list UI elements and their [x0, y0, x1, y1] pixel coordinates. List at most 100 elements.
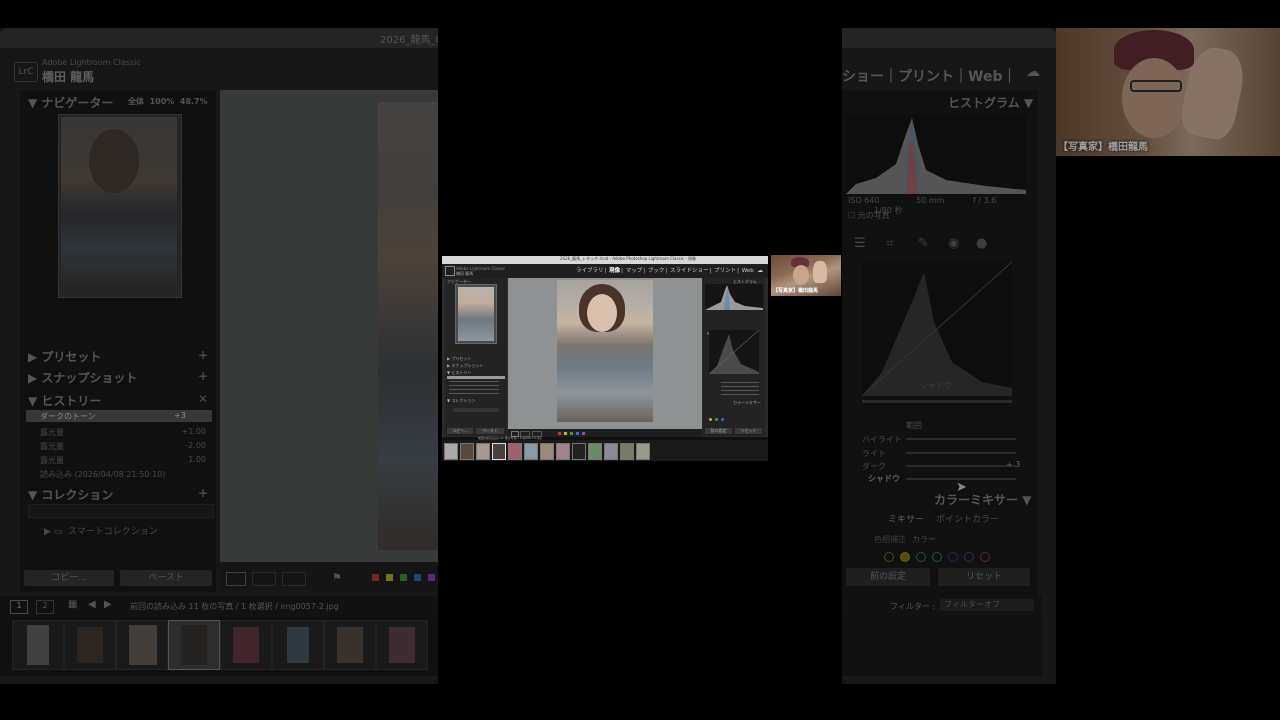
- back-arrow-icon[interactable]: ◀: [88, 599, 96, 610]
- loupe-view-icon[interactable]: [226, 572, 246, 586]
- color-label-red-icon[interactable]: [372, 574, 379, 581]
- center-swatch-yellow-icon[interactable]: [709, 418, 712, 421]
- center-highlights-slider[interactable]: [721, 382, 759, 383]
- center-history-item[interactable]: [449, 389, 499, 390]
- center-shadows-slider[interactable]: [721, 394, 759, 395]
- center-filmstrip-thumb[interactable]: [620, 443, 634, 460]
- mixer-tab[interactable]: ミキサー: [888, 512, 924, 525]
- module-book[interactable]: ブック: [648, 268, 665, 274]
- history-item[interactable]: 読み込み (2026/04/08 21:50:10): [40, 469, 210, 480]
- center-presets-header[interactable]: ▶ プリセット: [447, 356, 471, 362]
- previous-settings-button[interactable]: 前の設定: [846, 568, 930, 586]
- paste-button[interactable]: ペースト: [120, 570, 212, 586]
- darks-slider[interactable]: [906, 465, 1016, 467]
- module-map[interactable]: マップ: [626, 268, 643, 274]
- navigator-preview[interactable]: [58, 114, 182, 298]
- nav-zoom-custom[interactable]: 48.7%: [180, 97, 208, 106]
- center-filmstrip-thumb[interactable]: [572, 443, 586, 460]
- copy-button[interactable]: コピー...: [24, 570, 114, 586]
- module-develop[interactable]: 現像: [609, 268, 620, 274]
- center-cloud-icon[interactable]: ☁: [758, 268, 764, 274]
- swatch-blue-icon[interactable]: [948, 552, 958, 562]
- filmstrip-thumb-selected[interactable]: [168, 620, 220, 670]
- center-yellow-label-icon[interactable]: [564, 432, 567, 435]
- center-history-item[interactable]: [449, 381, 499, 382]
- swatch-yellow-icon[interactable]: [900, 552, 910, 562]
- curve-split-slider[interactable]: [862, 400, 1012, 403]
- color-label-blue-icon[interactable]: [414, 574, 421, 581]
- original-photo-checkbox[interactable]: ☐ 元の写真: [848, 210, 890, 221]
- crop-tool-icon[interactable]: ⌗: [886, 236, 893, 251]
- center-swatch-green-icon[interactable]: [715, 418, 718, 421]
- filmstrip-thumb[interactable]: [116, 620, 168, 670]
- history-header[interactable]: ▼ ヒストリー ✕: [28, 392, 212, 409]
- tone-curve[interactable]: シャドウ: [861, 261, 1013, 397]
- center-filmstrip-thumb[interactable]: [636, 443, 650, 460]
- swatch-purple-icon[interactable]: [964, 552, 974, 562]
- center-smart-collection[interactable]: [453, 408, 499, 412]
- center-swatch-blue-icon[interactable]: [721, 418, 724, 421]
- center-photo-canvas[interactable]: [508, 278, 702, 429]
- reset-button[interactable]: リセット: [938, 568, 1030, 586]
- center-tone-curve[interactable]: [708, 329, 760, 375]
- swatch-green-icon[interactable]: [916, 552, 926, 562]
- module-library[interactable]: ライブラリ: [576, 268, 604, 274]
- healing-tool-icon[interactable]: ✎: [918, 236, 929, 251]
- point-color-tab[interactable]: ポイントカラー: [936, 512, 999, 525]
- swatch-orange-icon[interactable]: [884, 552, 894, 562]
- center-filmstrip-thumb[interactable]: [540, 443, 554, 460]
- adjust-dropdown[interactable]: カラー: [912, 534, 936, 545]
- center-filmstrip-thumb[interactable]: [460, 443, 474, 460]
- filmstrip-thumb[interactable]: [220, 620, 272, 670]
- center-copy-button[interactable]: コピー...: [447, 428, 473, 434]
- before-after-icon[interactable]: [252, 572, 276, 586]
- center-navigator-preview[interactable]: [455, 284, 497, 344]
- grid-icon[interactable]: ▦: [68, 599, 77, 610]
- center-paste-button[interactable]: ペースト: [476, 428, 504, 434]
- center-collections-header[interactable]: ▼ コレクション: [447, 398, 475, 404]
- center-filmstrip-thumb[interactable]: [556, 443, 570, 460]
- module-slideshow[interactable]: スライドショー: [670, 268, 709, 274]
- swatch-aqua-icon[interactable]: [932, 552, 942, 562]
- filmstrip-thumb[interactable]: [272, 620, 324, 670]
- history-item-selected[interactable]: ダークのトーン +3: [26, 410, 212, 422]
- center-red-label-icon[interactable]: [558, 432, 561, 435]
- nav-zoom-100[interactable]: 100%: [150, 97, 175, 106]
- presets-header[interactable]: ▶ プリセット +: [28, 348, 212, 365]
- navigator-header[interactable]: ▼ ナビゲーター 全体 100% 48.7%: [28, 94, 212, 110]
- center-tool-strip[interactable]: ☰: [707, 320, 759, 336]
- lights-slider[interactable]: [906, 452, 1016, 454]
- center-purple-label-icon[interactable]: [582, 432, 585, 435]
- history-item[interactable]: 露光量 -2.00: [40, 441, 210, 452]
- collections-header[interactable]: ▼ コレクション +: [28, 486, 212, 503]
- filmstrip-thumb[interactable]: [64, 620, 116, 670]
- flag-icon[interactable]: ⚑: [332, 571, 342, 584]
- snapshots-header[interactable]: ▶ スナップショット +: [28, 369, 212, 386]
- history-item[interactable]: 露光量 +1.00: [40, 427, 210, 438]
- filmstrip-thumb[interactable]: [12, 620, 64, 670]
- module-picker-partial[interactable]: ショー｜プリント｜Web｜: [842, 66, 1016, 86]
- center-history-item[interactable]: [449, 393, 499, 394]
- page-1-button[interactable]: 1: [10, 600, 28, 614]
- swatch-magenta-icon[interactable]: [980, 552, 990, 562]
- smart-collection[interactable]: ▶ ▭ スマートコレクション: [44, 524, 158, 537]
- center-filmstrip-thumb[interactable]: [604, 443, 618, 460]
- center-filmstrip-thumb-selected[interactable]: [492, 443, 506, 460]
- center-history-item[interactable]: [449, 385, 499, 386]
- filmstrip-thumb[interactable]: [376, 620, 428, 670]
- filmstrip-thumb[interactable]: [324, 620, 376, 670]
- filter-dropdown[interactable]: フィルターオフ: [940, 599, 1034, 611]
- color-label-purple-icon[interactable]: [428, 574, 435, 581]
- color-mixer-header[interactable]: カラーミキサー ▼: [934, 491, 1031, 508]
- center-history-selected[interactable]: [447, 376, 505, 379]
- center-green-label-icon[interactable]: [570, 432, 573, 435]
- center-filmstrip-thumb[interactable]: [476, 443, 490, 460]
- cloud-icon[interactable]: ☁: [1026, 64, 1040, 80]
- center-snapshots-header[interactable]: ▶ スナップショット: [447, 363, 483, 369]
- center-darks-slider[interactable]: [721, 390, 759, 391]
- color-label-yellow-icon[interactable]: [386, 574, 393, 581]
- center-filmstrip-thumb[interactable]: [444, 443, 458, 460]
- forward-arrow-icon[interactable]: ▶: [104, 599, 112, 610]
- page-2-button[interactable]: 2: [36, 600, 54, 614]
- redeye-tool-icon[interactable]: ◉: [948, 236, 959, 251]
